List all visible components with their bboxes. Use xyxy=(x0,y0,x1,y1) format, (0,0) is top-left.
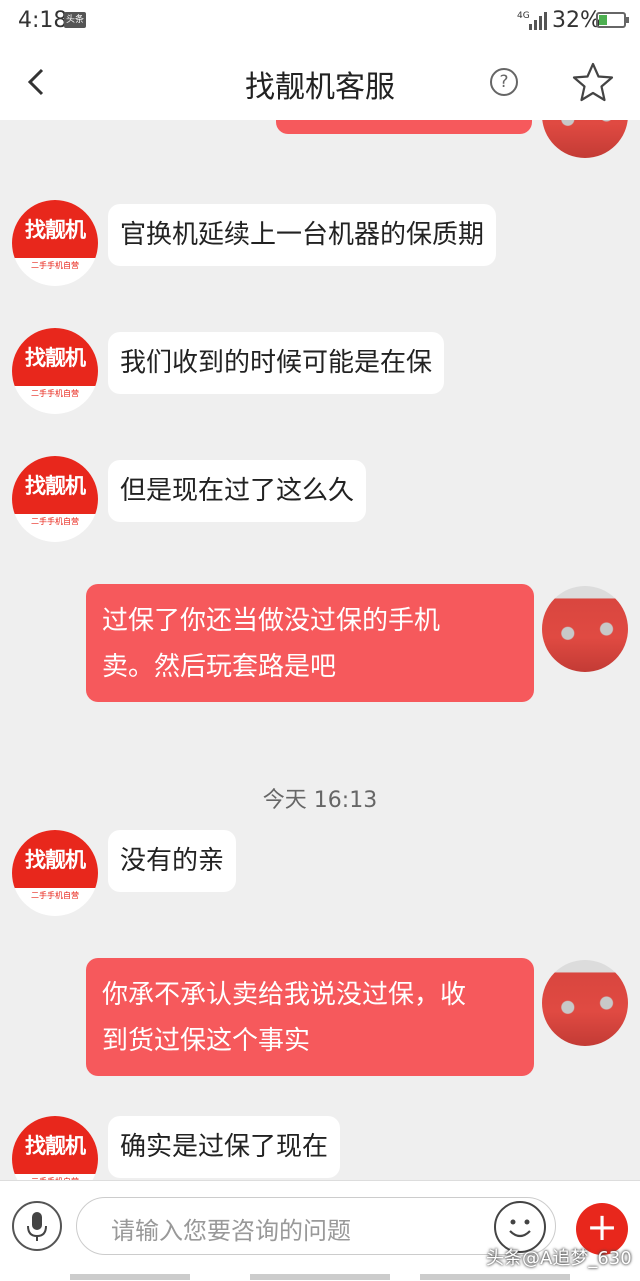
page-title: 找靓机客服 xyxy=(245,70,395,105)
message-bubble: 官换机延续上一台机器的保质期 xyxy=(108,204,497,266)
status-time: 4:18 xyxy=(18,8,68,33)
nav-bar-segment xyxy=(70,1274,190,1280)
message-line: 过保了你还当做没过保的手机 xyxy=(102,606,441,636)
signal-icon xyxy=(529,12,547,30)
user-avatar[interactable] xyxy=(542,586,628,672)
shop-tagline: 二手手机自营 xyxy=(31,389,79,398)
shop-logo: 找靓机 xyxy=(12,328,98,386)
message-line: 卖。然后玩套路是吧 xyxy=(102,652,337,682)
shop-tagline: 二手手机自营 xyxy=(31,517,79,526)
user-avatar[interactable] xyxy=(542,960,628,1046)
nav-bar-segment xyxy=(420,1274,570,1280)
user-message-bubble: 你承不承认卖给我说没过保，收 到货过保这个事实 xyxy=(86,958,534,1076)
shop-avatar[interactable]: 找靓机 二手手机自营 xyxy=(12,328,98,414)
app-badge-icon: 头条 xyxy=(64,12,86,28)
shop-logo: 找靓机 xyxy=(12,830,98,888)
user-avatar[interactable] xyxy=(542,120,628,158)
message-line: 到货过保这个事实 xyxy=(102,1026,311,1056)
nav-bar-segment xyxy=(250,1274,390,1280)
microphone-icon[interactable] xyxy=(12,1201,62,1251)
shop-logo: 找靓机 xyxy=(12,200,98,258)
favorite-star-icon[interactable] xyxy=(572,61,614,103)
message-bubble-partial xyxy=(276,120,532,134)
battery-percent: 32% xyxy=(552,8,601,33)
shop-tagline: 二手手机自营 xyxy=(31,261,79,270)
help-question-icon[interactable]: ? xyxy=(490,68,518,96)
shop-tagline: 二手手机自营 xyxy=(31,891,79,900)
message-timestamp: 今天 16:13 xyxy=(262,788,378,813)
shop-avatar[interactable]: 找靓机 二手手机自营 xyxy=(12,1116,98,1180)
message-bubble: 没有的亲 xyxy=(108,830,237,892)
microphone-glyph xyxy=(27,1212,47,1241)
message-bubble: 但是现在过了这么久 xyxy=(108,460,367,522)
status-bar: 4:18 头条 4G 32% xyxy=(0,0,640,44)
input-placeholder: 请输入您要咨询的问题 xyxy=(111,1217,351,1245)
battery-icon xyxy=(596,12,629,28)
shop-avatar[interactable]: 找靓机 二手手机自营 xyxy=(12,830,98,916)
watermark: 头条@A追梦_630 xyxy=(486,1248,632,1269)
message-input[interactable]: 请输入您要咨询的问题 xyxy=(76,1197,556,1255)
shop-logo: 找靓机 xyxy=(12,1116,98,1174)
user-message-bubble: 过保了你还当做没过保的手机 卖。然后玩套路是吧 xyxy=(86,584,534,702)
chat-messages[interactable]: 找靓机 二手手机自营 官换机延续上一台机器的保质期 找靓机 二手手机自营 我们收… xyxy=(0,120,640,1180)
shop-avatar[interactable]: 找靓机 二手手机自营 xyxy=(12,456,98,542)
shop-logo: 找靓机 xyxy=(12,456,98,514)
message-bubble: 我们收到的时候可能是在保 xyxy=(108,332,445,394)
shop-avatar[interactable]: 找靓机 二手手机自营 xyxy=(12,200,98,286)
message-bubble: 确实是过保了现在 xyxy=(108,1116,341,1178)
message-line: 你承不承认卖给我说没过保，收 xyxy=(102,980,467,1010)
chat-header: 找靓机客服 ? xyxy=(0,44,640,120)
